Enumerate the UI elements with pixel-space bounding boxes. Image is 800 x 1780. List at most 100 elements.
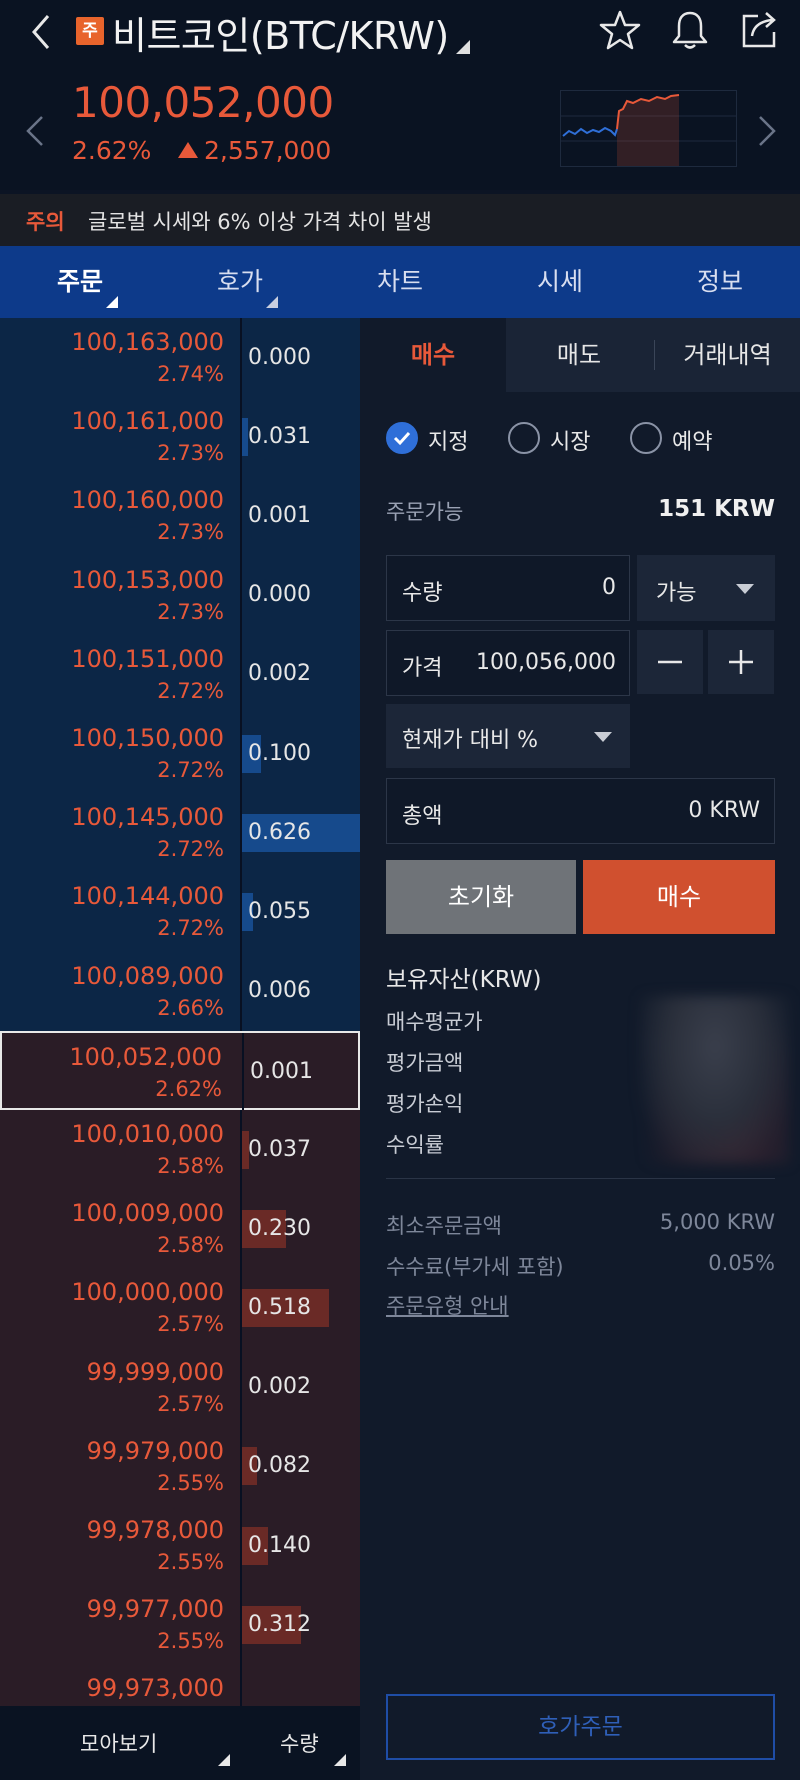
blurred-holdings-values: [640, 996, 790, 1164]
next-coin-icon[interactable]: [756, 114, 778, 148]
limit-order-label: 지정: [428, 430, 469, 455]
market-order-radio[interactable]: [508, 422, 540, 454]
market-order-label: 시장: [550, 430, 591, 455]
order-book-price: 100,161,000: [71, 407, 224, 436]
order-book-price: 100,000,000: [71, 1278, 224, 1307]
order-book-quantity: 0.000: [248, 344, 311, 370]
fee-label: 수수료(부가세 포함): [386, 1255, 564, 1279]
order-book-row-ask[interactable]: 100,150,000 2.72% 0.100: [0, 714, 360, 796]
column-divider: [240, 318, 242, 398]
price-decrease-button[interactable]: [637, 630, 703, 694]
valuation-label: 평가금액: [386, 1051, 464, 1075]
order-book-percent: 2.73%: [157, 599, 224, 624]
coin-warning-badge: 주: [76, 17, 104, 45]
order-book-row-current[interactable]: 100,052,000 2.62% 0.001: [0, 1030, 360, 1112]
column-divider: [240, 951, 242, 1031]
plus-icon: [729, 650, 753, 674]
order-book-percent: 2.58%: [157, 1154, 224, 1178]
order-book-row-ask[interactable]: 100,144,000 2.72% 0.055: [0, 872, 360, 954]
order-book-quantity: 0.001: [248, 502, 311, 528]
tab-hoga[interactable]: 호가: [160, 246, 320, 318]
order-book-row-ask[interactable]: 100,153,000 2.73% 0.000: [0, 555, 360, 637]
prev-coin-icon[interactable]: [24, 114, 46, 148]
column-divider: [240, 634, 242, 714]
order-book-price: 100,153,000: [71, 565, 224, 594]
tab-hoga-caret-icon: [266, 296, 278, 308]
min-order-value: 5,000 KRW: [659, 1210, 775, 1234]
tab-history[interactable]: 거래내역: [655, 318, 800, 392]
group-view-caret-icon: [218, 1754, 230, 1766]
order-book-quantity: 0.140: [248, 1532, 311, 1558]
tab-order[interactable]: 주문: [0, 246, 160, 318]
order-book-row-bid[interactable]: 99,978,000 2.55% 0.140: [0, 1506, 360, 1588]
bell-icon[interactable]: [668, 8, 712, 52]
order-book-quantity: 0.006: [248, 978, 311, 1004]
mini-price-chart[interactable]: [560, 90, 737, 167]
column-divider: [240, 555, 242, 635]
buy-button[interactable]: 매수: [583, 860, 775, 934]
star-icon[interactable]: [598, 8, 642, 52]
up-triangle-icon: [178, 142, 198, 158]
order-book-percent: 2.72%: [157, 678, 224, 703]
tab-market[interactable]: 시세: [480, 246, 640, 318]
order-book-quantity: 0.002: [248, 661, 311, 687]
return-rate-label: 수익률: [386, 1133, 444, 1157]
limit-order-radio[interactable]: [386, 422, 418, 454]
volume-bar: [242, 417, 248, 456]
order-book-row-ask[interactable]: 100,161,000 2.73% 0.031: [0, 397, 360, 479]
quantity-value: 0: [602, 575, 616, 600]
hoga-order-button[interactable]: 호가주문: [386, 1694, 775, 1760]
share-icon[interactable]: [738, 8, 782, 52]
order-book-quantity: 0.002: [248, 1374, 311, 1400]
reserve-order-label: 예약: [672, 430, 713, 455]
title-dropdown-icon[interactable]: [456, 40, 470, 54]
quantity-label: 수량: [402, 581, 443, 606]
holdings-title: 보유자산(KRW): [386, 967, 542, 993]
column-divider: [240, 476, 242, 556]
tab-info[interactable]: 정보: [640, 246, 800, 318]
price-value: 100,056,000: [476, 650, 616, 675]
change-percent: 2.62%: [72, 136, 152, 165]
order-book-row-ask[interactable]: 100,089,000 2.66% 0.006: [0, 951, 360, 1033]
quantity-toggle-button[interactable]: 수량: [280, 1728, 319, 1758]
order-book-percent: 2.72%: [157, 837, 224, 862]
min-order-label: 최소주문금액: [386, 1214, 502, 1238]
order-book-row-ask[interactable]: 100,160,000 2.73% 0.001: [0, 476, 360, 558]
tab-sell[interactable]: 매도: [506, 318, 652, 392]
price-increase-button[interactable]: [708, 630, 774, 694]
order-book-quantity: 0.031: [248, 423, 311, 449]
total-value: 0 KRW: [688, 798, 760, 823]
group-view-button[interactable]: 모아보기: [80, 1728, 157, 1758]
order-book-quantity: 0.230: [248, 1215, 311, 1241]
column-divider: [242, 1032, 244, 1112]
order-book-row-bid[interactable]: 100,000,000 2.57% 0.518: [0, 1268, 360, 1350]
avg-buy-price-label: 매수평균가: [386, 1010, 483, 1034]
tab-order-caret-icon: [106, 296, 118, 308]
order-book-quantity: 0.055: [248, 898, 311, 924]
order-book-percent: 2.55%: [157, 1629, 224, 1654]
order-book-row-bid[interactable]: 99,973,000: [0, 1664, 360, 1708]
order-book-row-bid[interactable]: 100,010,000 2.58% 0.037: [0, 1110, 360, 1192]
tab-chart[interactable]: 차트: [320, 246, 480, 318]
order-book-row-bid[interactable]: 99,999,000 2.57% 0.002: [0, 1347, 360, 1429]
order-book-quantity: 0.518: [248, 1294, 311, 1320]
order-book-quantity: 0.626: [248, 819, 311, 845]
order-book-percent: 2.62%: [155, 1076, 222, 1101]
tab-buy[interactable]: 매수: [360, 318, 506, 392]
order-book-row-bid[interactable]: 99,977,000 2.55% 0.312: [0, 1585, 360, 1667]
order-book-percent: 2.74%: [157, 362, 224, 386]
reset-button[interactable]: 초기화: [386, 860, 576, 934]
order-type-guide-link[interactable]: 주문유형 안내: [386, 1290, 509, 1320]
total-label: 총액: [402, 804, 443, 829]
back-arrow-icon[interactable]: [22, 12, 62, 52]
order-book-row-ask[interactable]: 100,163,000 2.74% 0.000: [0, 318, 360, 400]
order-book-percent: 2.66%: [157, 995, 224, 1020]
reserve-order-radio[interactable]: [630, 422, 662, 454]
order-book-row-ask[interactable]: 100,151,000 2.72% 0.002: [0, 634, 360, 716]
order-book-price: 100,089,000: [71, 961, 224, 990]
order-book-percent: 2.58%: [157, 1233, 224, 1258]
order-book-row-bid[interactable]: 99,979,000 2.55% 0.082: [0, 1426, 360, 1508]
coin-title[interactable]: 비트코인(BTC/KRW): [112, 5, 449, 60]
order-book-row-ask[interactable]: 100,145,000 2.72% 0.626: [0, 793, 360, 875]
order-book-row-bid[interactable]: 100,009,000 2.58% 0.230: [0, 1189, 360, 1271]
